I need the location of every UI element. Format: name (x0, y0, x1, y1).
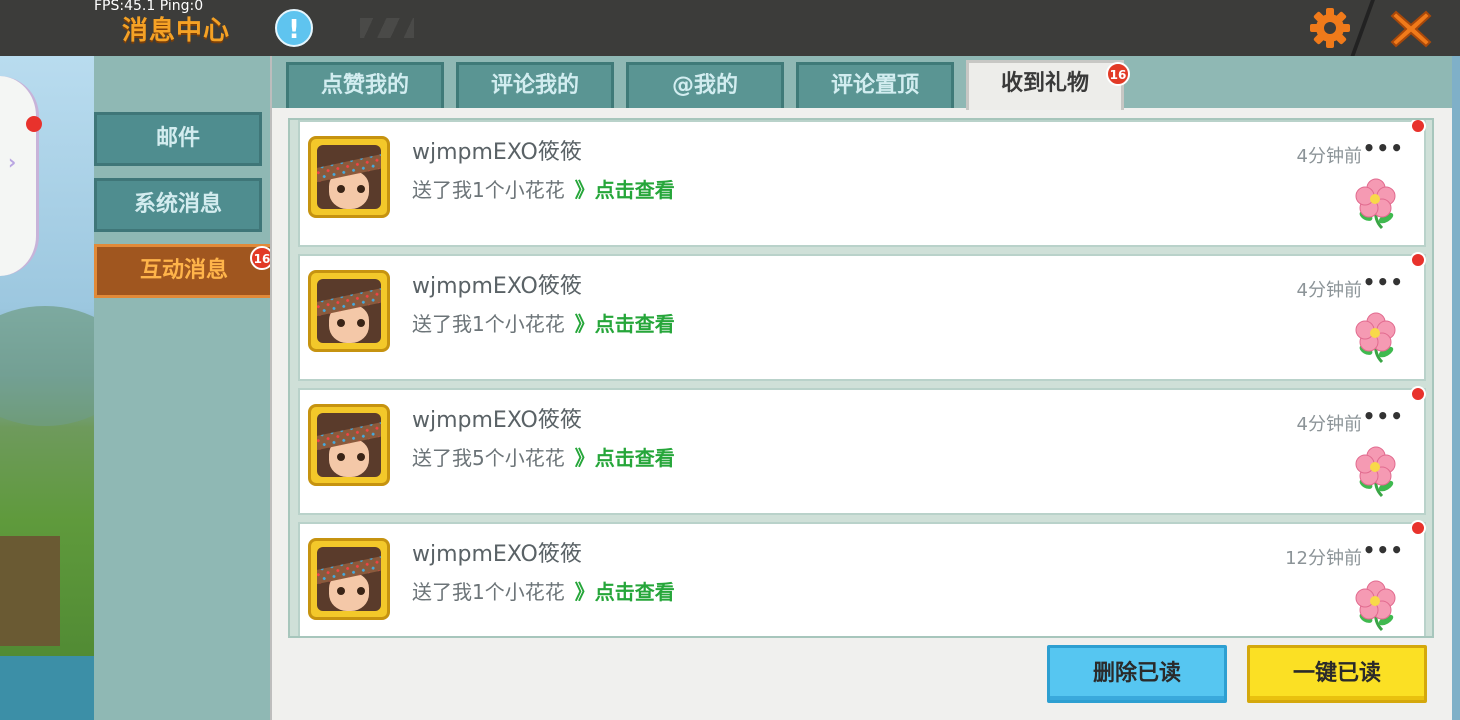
view-link[interactable]: 》点击查看 (575, 446, 675, 470)
message-text: 送了我1个小花花 》点击查看 (412, 174, 675, 203)
timestamp: 4分钟前 (1296, 280, 1362, 301)
timestamp: 12分钟前 (1285, 548, 1362, 569)
view-link[interactable]: 》点击查看 (575, 178, 675, 202)
tab-badge: 16 (1106, 62, 1130, 86)
avatar-face (317, 145, 381, 209)
background-water (0, 656, 94, 720)
avatar[interactable] (308, 404, 390, 486)
view-link[interactable]: 》点击查看 (575, 312, 675, 336)
unread-dot (1410, 120, 1426, 134)
avatar-face (317, 413, 381, 477)
gift-text: 送了我5个小花花 (412, 446, 565, 470)
sidebar-item-label: 系统消息 (133, 192, 222, 217)
unread-dot (1410, 386, 1426, 402)
tab-pinned-comments[interactable]: 评论置顶 (796, 62, 954, 108)
more-options-icon[interactable]: ••• (1363, 538, 1404, 562)
delete-read-button[interactable]: 删除已读 (1047, 645, 1227, 703)
close-icon[interactable] (1388, 6, 1434, 52)
unread-dot (1410, 252, 1426, 268)
tab-comments[interactable]: 评论我的 (456, 62, 614, 108)
more-options-icon[interactable]: ••• (1363, 404, 1404, 428)
gift-text: 送了我1个小花花 (412, 178, 565, 202)
flower-icon (1355, 312, 1396, 364)
sender-name[interactable]: wjmpmEXO筱筱 (412, 536, 582, 568)
mark-all-read-button[interactable]: 一键已读 (1247, 645, 1427, 703)
background-hill (0, 306, 94, 426)
tab-label: @我的 (671, 73, 738, 98)
timestamp: 4分钟前 (1296, 414, 1362, 435)
avatar[interactable] (308, 270, 390, 352)
timestamp: 4分钟前 (1296, 146, 1362, 167)
tab-gifts[interactable]: 收到礼物 (966, 60, 1124, 110)
avatar-face (317, 547, 381, 611)
more-options-icon[interactable]: ••• (1363, 136, 1404, 160)
info-icon[interactable]: ! (275, 9, 313, 47)
decorative-stripe (360, 18, 414, 38)
sender-name[interactable]: wjmpmEXO筱筱 (412, 134, 582, 166)
main-panel: 点赞我的 评论我的 @我的 评论置顶 收到礼物 16 wjmpmEXO筱筱 送了… (270, 56, 1452, 720)
sidebar-item-label: 邮件 (155, 126, 200, 151)
message-item[interactable]: wjmpmEXO筱筱 送了我1个小花花 》点击查看 4分钟前 ••• (298, 120, 1426, 247)
unread-dot (1410, 520, 1426, 536)
sender-name[interactable]: wjmpmEXO筱筱 (412, 402, 582, 434)
sidebar-item-mail[interactable]: 邮件 (94, 112, 262, 166)
sender-name[interactable]: wjmpmEXO筱筱 (412, 268, 582, 300)
flower-icon (1355, 446, 1396, 498)
background-block (0, 536, 60, 646)
message-item[interactable]: wjmpmEXO筱筱 送了我1个小花花 》点击查看 4分钟前 ••• (298, 252, 1426, 381)
message-item[interactable]: wjmpmEXO筱筱 送了我5个小花花 》点击查看 4分钟前 ••• (298, 386, 1426, 515)
tab-mentions[interactable]: @我的 (626, 62, 784, 108)
sidebar: 邮件 系统消息 互动消息 16 (94, 56, 274, 720)
tab-label: 收到礼物 (1000, 71, 1089, 96)
page-title: 消息中心 (122, 16, 231, 46)
message-text: 送了我5个小花花 》点击查看 (412, 442, 675, 471)
gear-icon[interactable] (1308, 6, 1352, 50)
sidebar-item-interaction[interactable]: 互动消息 (94, 244, 274, 298)
message-text: 送了我1个小花花 》点击查看 (412, 308, 675, 337)
flower-icon (1355, 178, 1396, 230)
avatar-face (317, 279, 381, 343)
sidebar-item-label: 互动消息 (139, 258, 228, 283)
message-list[interactable]: wjmpmEXO筱筱 送了我1个小花花 》点击查看 4分钟前 ••• wjmpmE… (288, 118, 1434, 638)
tab-label: 点赞我的 (320, 73, 409, 98)
expand-arrow-icon[interactable]: › (8, 150, 16, 174)
hidden-panel-edge[interactable] (0, 76, 39, 276)
sidebar-item-system[interactable]: 系统消息 (94, 178, 262, 232)
avatar[interactable] (308, 538, 390, 620)
flower-icon (1355, 580, 1396, 632)
tab-bar: 点赞我的 评论我的 @我的 评论置顶 收到礼物 16 (272, 56, 1452, 110)
tab-likes[interactable]: 点赞我的 (286, 62, 444, 108)
background-scene: › (0, 56, 94, 720)
view-link[interactable]: 》点击查看 (575, 580, 675, 604)
message-text: 送了我1个小花花 》点击查看 (412, 576, 675, 605)
gift-text: 送了我1个小花花 (412, 312, 565, 336)
notification-dot (26, 116, 42, 132)
gift-text: 送了我1个小花花 (412, 580, 565, 604)
more-options-icon[interactable]: ••• (1363, 270, 1404, 294)
avatar[interactable] (308, 136, 390, 218)
tab-label: 评论我的 (490, 73, 579, 98)
tab-label: 评论置顶 (830, 73, 919, 98)
message-item[interactable]: wjmpmEXO筱筱 送了我1个小花花 》点击查看 12分钟前 ••• (298, 520, 1426, 636)
